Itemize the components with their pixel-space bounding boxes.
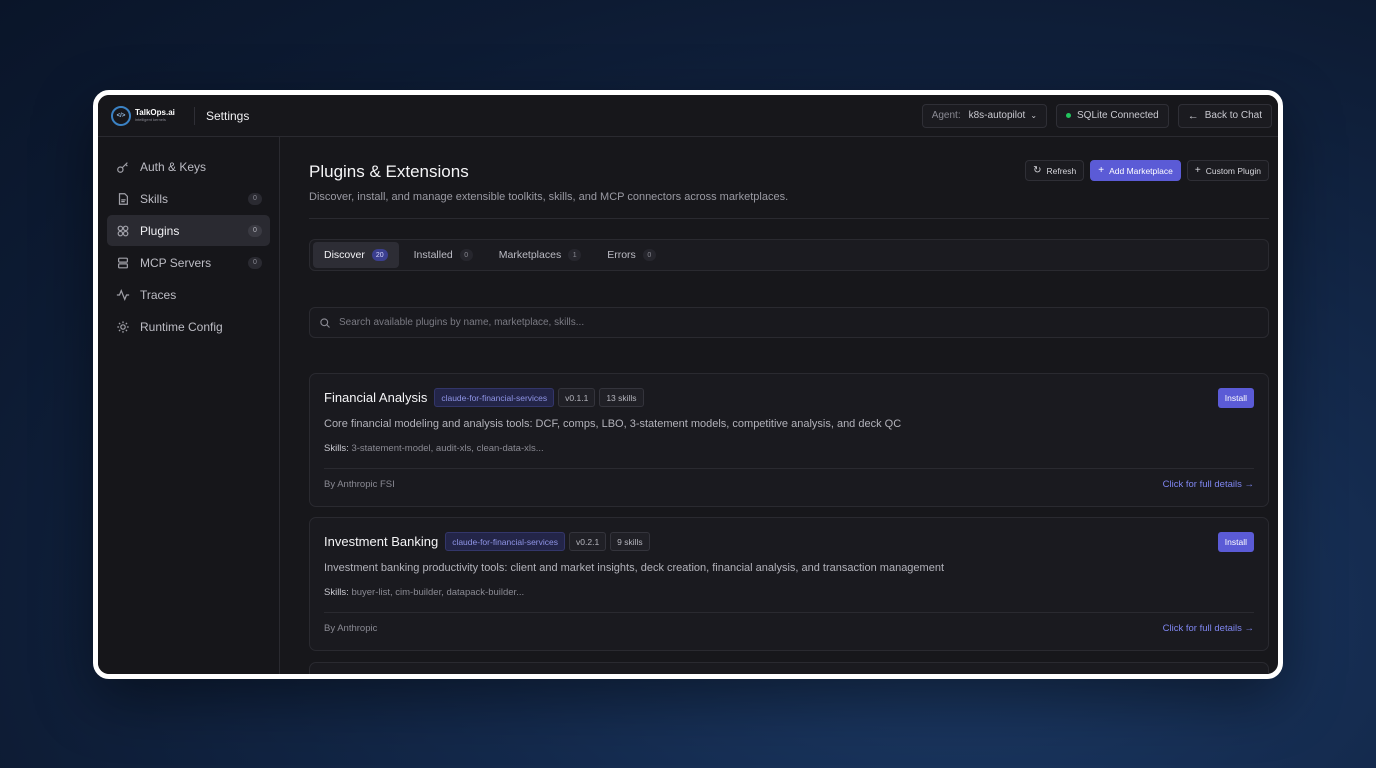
sidebar-item-label: Plugins <box>140 223 180 238</box>
server-icon <box>115 255 131 271</box>
skills-list: 3-statement-model, audit-xls, clean-data… <box>351 443 544 454</box>
plus-icon: + <box>1194 165 1201 176</box>
count-badge: 0 <box>248 224 262 237</box>
tab-errors[interactable]: Errors 0 <box>596 242 667 268</box>
brand-tagline: intelligent kernels <box>135 117 166 122</box>
plugin-search <box>309 307 1269 338</box>
refresh-label: Refresh <box>1046 165 1077 176</box>
page-subtitle: Discover, install, and manage extensible… <box>309 191 789 203</box>
refresh-button[interactable]: ↻ Refresh <box>1025 160 1085 181</box>
top-bar: </> TalkOps.ai intelligent kernels Setti… <box>98 95 1278 137</box>
sidebar-item-runtime-config[interactable]: Runtime Config <box>107 311 270 342</box>
plugin-name: Investment Banking <box>324 534 439 549</box>
sidebar-item-traces[interactable]: Traces <box>107 279 270 310</box>
main-content: Plugins & Extensions Discover, install, … <box>281 137 1278 674</box>
skills-count-chip: 13 skills <box>599 388 644 407</box>
plugin-icon <box>115 223 131 239</box>
key-icon <box>115 159 131 175</box>
sidebar-item-plugins[interactable]: Plugins 0 <box>107 215 270 246</box>
page-title: Plugins & Extensions <box>309 162 469 181</box>
version-chip: v0.2.1 <box>569 532 607 551</box>
card-divider <box>324 468 1254 469</box>
search-input[interactable] <box>339 317 1259 328</box>
agent-selector[interactable]: Agent: k8s-autopilot ⌄ <box>921 103 1048 128</box>
sidebar-item-label: Traces <box>140 287 177 302</box>
sidebar-item-label: Auth & Keys <box>140 159 207 174</box>
plugin-skills: Skills: 3-statement-model, audit-xls, cl… <box>324 443 544 454</box>
db-status-text: SQLite Connected <box>1077 110 1159 121</box>
plugin-author: By Anthropic <box>324 623 378 634</box>
plugin-description: Core financial modeling and analysis too… <box>324 418 902 430</box>
install-button[interactable]: Install <box>1217 388 1254 408</box>
back-to-chat-label: Back to Chat <box>1204 110 1262 121</box>
custom-plugin-label: Custom Plugin <box>1205 165 1261 176</box>
sidebar: Auth & Keys Skills 0 Plugins 0 MCP Serve… <box>98 137 280 674</box>
custom-plugin-button[interactable]: + Custom Plugin <box>1186 160 1269 181</box>
brand-logo[interactable]: </> TalkOps.ai intelligent kernels <box>111 105 193 126</box>
page-header-title: Settings <box>206 108 250 123</box>
version-chip: v0.1.1 <box>558 388 596 407</box>
count-badge: 0 <box>248 192 262 205</box>
skills-count-chip: 9 skills <box>610 532 650 551</box>
plugin-description: Investment banking productivity tools: c… <box>324 562 944 574</box>
agent-label: Agent: <box>931 110 961 121</box>
tab-count-badge: 0 <box>459 249 473 261</box>
plugin-card-financial-analysis[interactable]: Financial Analysis claude-for-financial-… <box>309 373 1269 507</box>
section-divider <box>309 218 1269 219</box>
add-marketplace-label: Add Marketplace <box>1109 165 1173 176</box>
tab-bar: Discover 20 Installed 0 Marketplaces 1 E… <box>309 239 1269 271</box>
count-badge: 0 <box>248 256 262 269</box>
tab-count-badge: 20 <box>371 249 388 261</box>
sidebar-item-label: Runtime Config <box>140 319 223 334</box>
refresh-icon: ↻ <box>1033 165 1042 176</box>
activity-icon <box>115 287 131 303</box>
app-window: </> TalkOps.ai intelligent kernels Setti… <box>93 90 1283 679</box>
plugin-name: Financial Analysis <box>324 390 428 405</box>
tab-discover[interactable]: Discover 20 <box>313 242 399 268</box>
status-dot-icon <box>1066 113 1072 118</box>
back-to-chat-button[interactable]: ← Back to Chat <box>1177 103 1272 128</box>
sidebar-item-label: Skills <box>140 191 169 206</box>
sidebar-item-auth-keys[interactable]: Auth & Keys <box>107 151 270 182</box>
sidebar-item-skills[interactable]: Skills 0 <box>107 183 270 214</box>
details-link[interactable]: Click for full details → <box>1163 479 1254 490</box>
tab-label: Installed <box>413 249 453 261</box>
tab-count-badge: 0 <box>642 249 656 261</box>
tab-label: Errors <box>607 249 636 261</box>
db-status-badge: SQLite Connected <box>1056 103 1169 128</box>
sidebar-item-label: MCP Servers <box>140 255 212 270</box>
chevron-down-icon: ⌄ <box>1030 111 1038 120</box>
marketplace-chip: claude-for-financial-services <box>445 532 566 551</box>
plugin-author: By Anthropic FSI <box>324 479 395 490</box>
header-divider <box>194 106 195 125</box>
add-marketplace-button[interactable]: + Add Marketplace <box>1090 160 1181 181</box>
arrow-left-icon: ← <box>1187 109 1199 122</box>
tab-label: Marketplaces <box>498 249 562 261</box>
gear-icon <box>115 319 131 335</box>
search-icon <box>320 317 330 328</box>
card-divider <box>324 612 1254 613</box>
install-button[interactable]: Install <box>1217 532 1254 552</box>
agent-value: k8s-autopilot <box>968 110 1026 121</box>
marketplace-chip: claude-for-financial-services <box>434 388 555 407</box>
tab-installed[interactable]: Installed 0 <box>403 242 484 268</box>
skills-label: Skills: <box>324 587 349 598</box>
plus-icon: + <box>1098 165 1105 176</box>
brand-name: TalkOps.ai <box>135 108 175 117</box>
file-icon <box>115 191 131 207</box>
plugin-card-partial[interactable] <box>309 662 1269 674</box>
logo-mark-icon: </> <box>111 105 131 126</box>
plugin-card-investment-banking[interactable]: Investment Banking claude-for-financial-… <box>309 517 1269 651</box>
sidebar-item-mcp-servers[interactable]: MCP Servers 0 <box>107 247 270 278</box>
tab-count-badge: 1 <box>568 249 582 261</box>
skills-label: Skills: <box>324 443 349 454</box>
details-link[interactable]: Click for full details → <box>1163 623 1254 634</box>
skills-list: buyer-list, cim-builder, datapack-builde… <box>351 587 525 598</box>
tab-label: Discover <box>324 249 365 261</box>
plugin-skills: Skills: buyer-list, cim-builder, datapac… <box>324 587 524 598</box>
tab-marketplaces[interactable]: Marketplaces 1 <box>488 242 592 268</box>
